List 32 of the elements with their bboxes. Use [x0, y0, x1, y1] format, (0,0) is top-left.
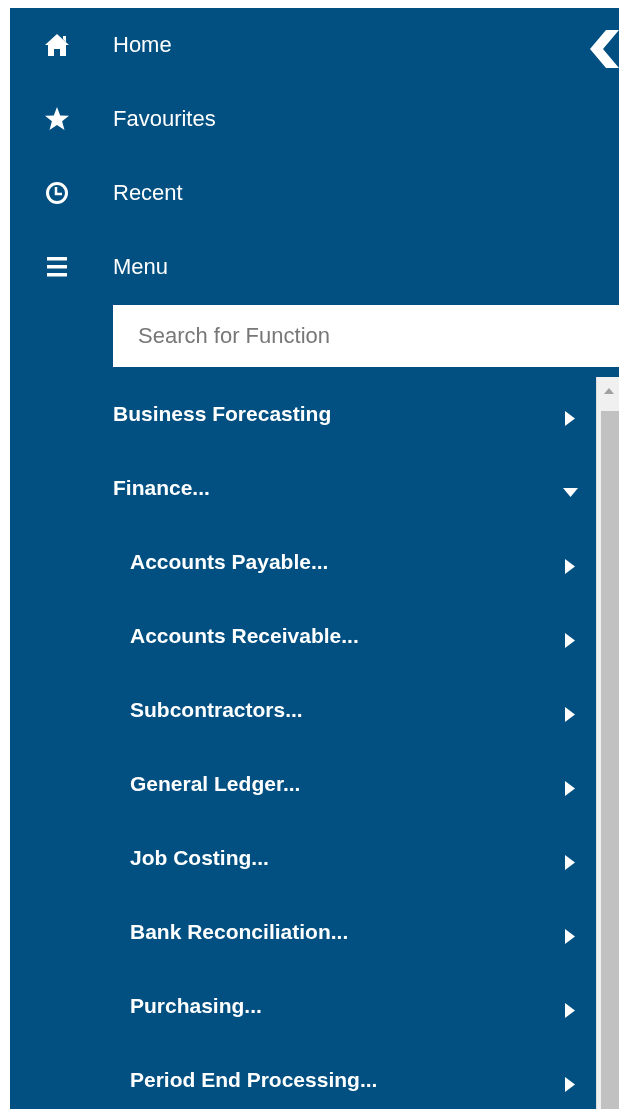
caret-right-icon[interactable] [565, 706, 575, 722]
scrollbar[interactable] [596, 377, 619, 1109]
function-link[interactable]: Purchasing... [130, 994, 262, 1018]
search-field[interactable]: Search for Function [113, 305, 619, 367]
function-link[interactable]: General Ledger... [130, 772, 301, 796]
clock-icon [44, 181, 69, 205]
chevron-left-icon[interactable] [590, 30, 619, 68]
nav-item[interactable]: Menu [113, 254, 169, 280]
function-link[interactable]: Bank Reconciliation... [130, 920, 349, 944]
scrollbar-thumb[interactable] [601, 411, 619, 1109]
function-link[interactable]: Period End Processing... [130, 1068, 378, 1092]
caret-right-icon[interactable] [565, 632, 575, 648]
home-icon [43, 33, 70, 57]
caret-right-icon[interactable] [565, 410, 575, 426]
function-link[interactable]: Job Costing... [130, 846, 269, 870]
caret-right-icon[interactable] [565, 854, 575, 870]
menu-icon [45, 256, 68, 278]
star-icon [43, 106, 70, 132]
nav-item[interactable]: Favourites [113, 106, 216, 132]
nav-item[interactable]: Recent [113, 180, 183, 206]
function-link[interactable]: Finance... [113, 476, 210, 500]
caret-down-icon[interactable] [563, 487, 578, 497]
function-link[interactable]: Business Forecasting [113, 402, 332, 426]
caret-right-icon[interactable] [565, 558, 575, 574]
function-link[interactable]: Accounts Receivable... [130, 624, 359, 648]
caret-right-icon[interactable] [565, 1076, 575, 1092]
caret-right-icon[interactable] [565, 780, 575, 796]
caret-right-icon[interactable] [565, 928, 575, 944]
nav-item[interactable]: Home [113, 32, 172, 58]
function-link[interactable]: Accounts Payable... [130, 550, 329, 574]
function-link[interactable]: Subcontractors... [130, 698, 303, 722]
caret-right-icon[interactable] [565, 1002, 575, 1018]
